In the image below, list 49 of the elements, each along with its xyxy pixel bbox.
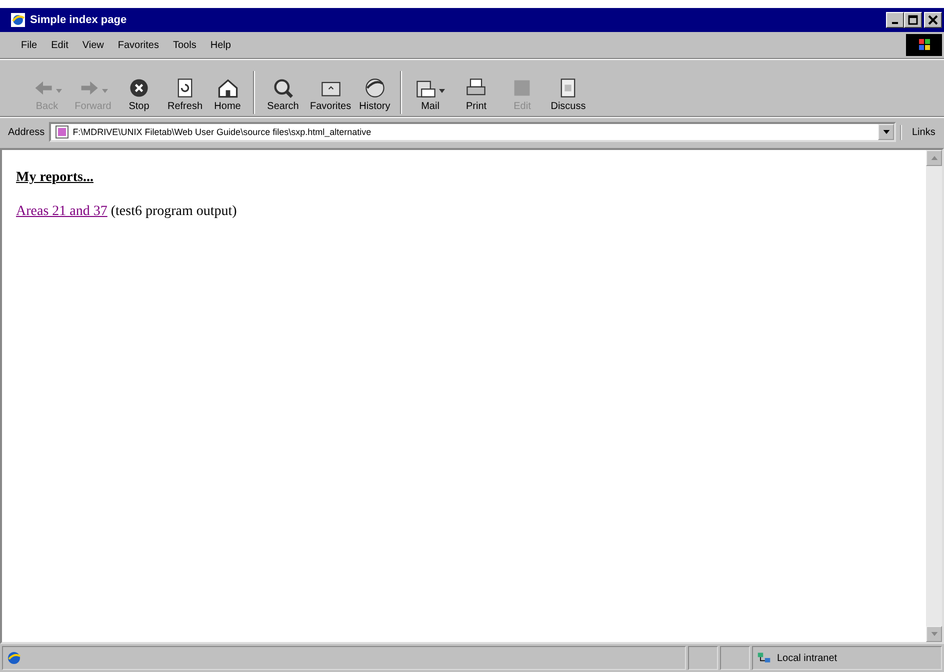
zone-label: Local intranet [777, 652, 838, 664]
address-field[interactable]: F:\MDRIVE\UNIX Filetab\Web User Guide\source files\sxp.html_alternative [48, 122, 896, 142]
caret-icon [439, 89, 446, 93]
caret-icon [930, 632, 938, 636]
status-panel [720, 646, 750, 670]
report-link[interactable]: Areas 21 and 37 [16, 204, 108, 219]
windows-logo-icon [906, 34, 942, 56]
toolbar-button[interactable]: Print [453, 71, 500, 114]
maximize-button[interactable] [904, 12, 922, 28]
toolbar-button[interactable]: Favorites [306, 71, 356, 114]
caret-icon [930, 156, 938, 160]
network-icon [757, 651, 771, 665]
close-icon [928, 15, 938, 25]
menu-item[interactable]: View [75, 38, 111, 52]
caret-icon [102, 89, 108, 93]
house-icon [216, 77, 238, 99]
toolbar-button[interactable]: Mail [407, 71, 454, 114]
minimize-icon [892, 22, 898, 24]
menu-item[interactable]: Tools [166, 38, 204, 52]
scroll-up-button[interactable] [926, 150, 942, 166]
page-heading: My reports... [16, 170, 94, 186]
scroll-down-button[interactable] [926, 626, 942, 642]
browser-icon [7, 651, 21, 665]
menu-item[interactable]: Edit [44, 38, 76, 52]
report-line: Areas 21 and 37 (test6 program output) [16, 204, 238, 220]
links-button[interactable]: Links [900, 124, 944, 140]
browser-icon [10, 12, 26, 28]
page-icon [54, 125, 69, 139]
status-panel [688, 646, 718, 670]
menu-item[interactable]: Help [203, 38, 238, 52]
maximize-icon [908, 15, 918, 25]
address-label: Address [8, 126, 45, 138]
window-title: Simple index page [30, 14, 128, 26]
search-icon [272, 77, 294, 99]
menu-item[interactable]: File [14, 38, 44, 52]
toolbar-button[interactable]: Search [260, 71, 306, 114]
caret-icon [56, 89, 62, 93]
dropdown-button[interactable] [878, 124, 894, 140]
toolbar-button[interactable]: History [355, 71, 402, 114]
toolbar-button[interactable]: Stop [116, 71, 162, 114]
menu-item[interactable]: Favorites [110, 38, 166, 52]
toolbar-button[interactable]: Discuss [545, 71, 592, 114]
vertical-scrollbar[interactable] [926, 150, 942, 642]
toolbar-button[interactable]: Home [208, 71, 254, 114]
stop-icon [128, 77, 150, 99]
toolbar-button[interactable]: Refresh [162, 71, 208, 114]
caret-icon [882, 130, 890, 134]
close-button[interactable] [924, 12, 942, 28]
minimize-button[interactable] [886, 12, 904, 28]
